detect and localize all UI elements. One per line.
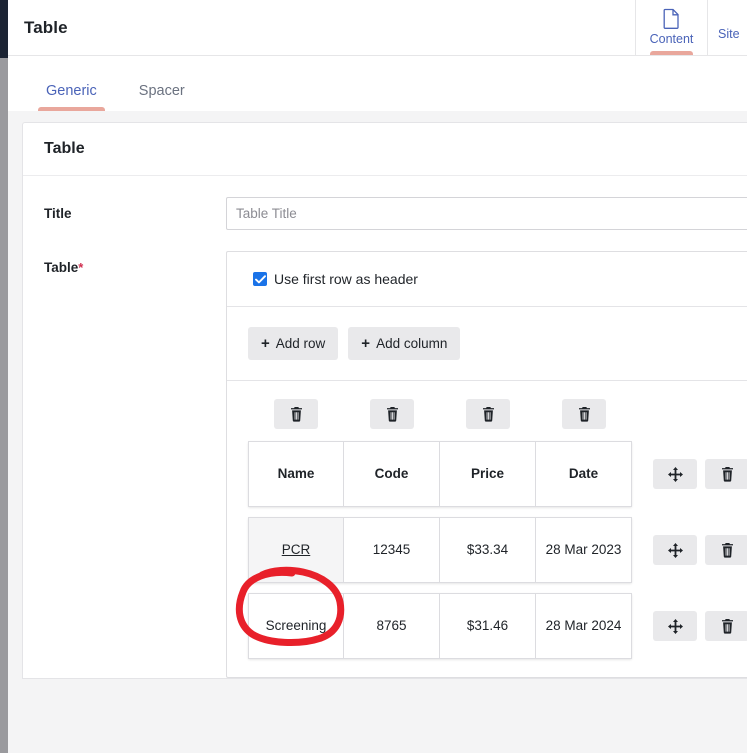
- add-row-button[interactable]: + Add row: [248, 327, 339, 360]
- title-field-control: [226, 197, 747, 230]
- add-column-label: Add column: [376, 336, 448, 351]
- page-title: Table: [24, 17, 68, 37]
- add-buttons-section: + Add row + Add column: [227, 307, 747, 381]
- plus-icon: +: [361, 335, 371, 352]
- table-row: Name Code Price Date: [227, 441, 747, 507]
- table-cell-text: Code: [374, 466, 409, 482]
- table-row: Screening 8765 $31.46 28 Mar 2024: [227, 593, 747, 659]
- delete-row-button[interactable]: [705, 459, 747, 489]
- table-cell-text: Name: [277, 466, 315, 482]
- left-rail-scrollbar[interactable]: [0, 58, 8, 753]
- delete-column-button-2[interactable]: [370, 399, 414, 429]
- row-actions: [653, 535, 747, 565]
- tab-generic[interactable]: Generic: [38, 83, 105, 111]
- title-input[interactable]: [226, 197, 747, 230]
- delete-row-button[interactable]: [705, 535, 747, 565]
- add-row-label: Add row: [275, 336, 326, 351]
- column-delete-slot: [440, 399, 536, 429]
- table-cell[interactable]: Code: [344, 441, 440, 507]
- move-row-button[interactable]: [653, 535, 697, 565]
- left-rail-dark: [0, 0, 8, 58]
- table-cell-text: 12345: [372, 542, 411, 558]
- table-cell[interactable]: Price: [440, 441, 536, 507]
- table-cell[interactable]: 28 Mar 2023: [536, 517, 632, 583]
- table-cell[interactable]: 12345: [344, 517, 440, 583]
- table-cell[interactable]: $31.46: [440, 593, 536, 659]
- document-icon: [663, 8, 680, 29]
- form-row-table: Table* Use first row as header + Add row…: [23, 230, 747, 678]
- table-row: PCR 12345 $33.34 28 Mar 2023: [227, 517, 747, 583]
- delete-column-button-4[interactable]: [562, 399, 606, 429]
- use-first-row-as-header-checkbox[interactable]: Use first row as header: [253, 271, 418, 287]
- table-cell[interactable]: Date: [536, 441, 632, 507]
- table-cell[interactable]: 8765: [344, 593, 440, 659]
- row-actions: [653, 459, 747, 489]
- grid-bottom-padding: [227, 669, 747, 677]
- sub-tab-bar: Generic Spacer: [8, 56, 747, 111]
- card-header: Table: [23, 123, 747, 176]
- table-cell-text: $33.34: [466, 542, 509, 558]
- delete-column-button-3[interactable]: [466, 399, 510, 429]
- table-field-control: Use first row as header + Add row + Add …: [226, 251, 747, 678]
- table-cell-text: Screening: [265, 618, 327, 634]
- table-cell-text: 8765: [376, 618, 407, 634]
- topnav-item-content[interactable]: Content: [635, 0, 707, 55]
- top-header-bar: Table Content Site: [8, 0, 747, 56]
- required-asterisk: *: [78, 260, 84, 275]
- topnav-item-site-label: Site: [718, 27, 740, 41]
- table-cell-text: 28 Mar 2024: [545, 618, 622, 634]
- table-field-label-text: Table: [44, 260, 79, 275]
- table-cell-text: Price: [470, 466, 505, 482]
- column-delete-slot: [536, 399, 632, 429]
- card-title: Table: [44, 140, 85, 157]
- table-settings-card: Table Title Table*: [22, 122, 747, 679]
- table-cell-text: Date: [568, 466, 599, 482]
- table-cell[interactable]: Screening: [248, 593, 344, 659]
- content-canvas: Table Title Table*: [8, 111, 747, 753]
- topnav-item-site[interactable]: Site: [707, 0, 747, 55]
- checkbox-checked-icon: [253, 272, 267, 286]
- move-row-button[interactable]: [653, 611, 697, 641]
- column-delete-row: [227, 381, 747, 441]
- topnav-item-content-label: Content: [649, 31, 694, 46]
- plus-icon: +: [261, 335, 270, 352]
- table-cell[interactable]: Name: [248, 441, 344, 507]
- table-builder: Use first row as header + Add row + Add …: [226, 251, 747, 678]
- table-cell[interactable]: 28 Mar 2024: [536, 593, 632, 659]
- table-cell-text: PCR: [281, 542, 311, 558]
- use-first-row-as-header-label: Use first row as header: [274, 271, 418, 287]
- form-row-title: Title: [23, 176, 747, 230]
- row-actions: [653, 611, 747, 641]
- column-delete-slot: [248, 399, 344, 429]
- delete-row-button[interactable]: [705, 611, 747, 641]
- top-nav: Content Site: [635, 0, 747, 55]
- move-row-button[interactable]: [653, 459, 697, 489]
- column-delete-slot: [344, 399, 440, 429]
- header-option-section: Use first row as header: [227, 252, 747, 307]
- table-row-cells: PCR 12345 $33.34 28 Mar 2023: [248, 517, 632, 583]
- table-cell-text: 28 Mar 2023: [545, 542, 622, 558]
- tab-spacer[interactable]: Spacer: [131, 83, 193, 111]
- add-column-button[interactable]: + Add column: [348, 327, 461, 360]
- table-row-cells: Name Code Price Date: [248, 441, 632, 507]
- table-field-label: Table*: [44, 251, 226, 275]
- title-field-label: Title: [44, 206, 72, 221]
- table-cell[interactable]: $33.34: [440, 517, 536, 583]
- table-grid-section: Name Code Price Date PCR 12345 $33.34 28…: [227, 381, 747, 677]
- table-cell[interactable]: PCR: [248, 517, 344, 583]
- table-cell-text: $31.46: [466, 618, 509, 634]
- table-row-cells: Screening 8765 $31.46 28 Mar 2024: [248, 593, 632, 659]
- delete-column-button-1[interactable]: [274, 399, 318, 429]
